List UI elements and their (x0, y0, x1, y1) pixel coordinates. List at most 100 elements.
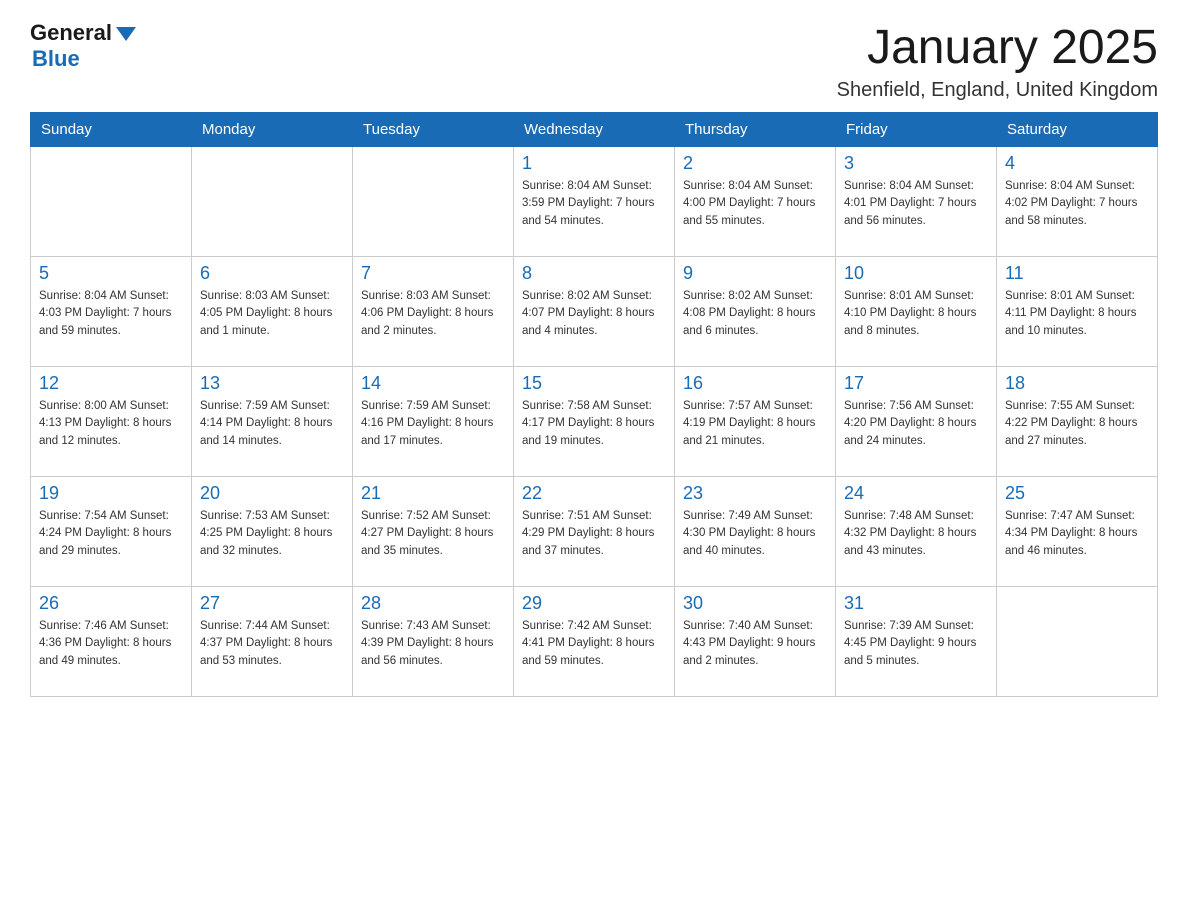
calendar-week-4: 26 Sunrise: 7:46 AM Sunset: 4:36 PM Dayli… (31, 587, 1158, 697)
day-info: Sunrise: 8:03 AM Sunset: 4:06 PM Dayligh… (361, 288, 505, 340)
calendar-cell: 12Sunrise: 8:00 AM Sunset: 4:13 PM Dayli… (31, 367, 192, 477)
day-info: Sunrise: 8:00 AM Sunset: 4:13 PM Dayligh… (39, 398, 183, 450)
day-number: 14 (361, 373, 505, 394)
calendar-cell: 2 Sunrise: 8:04 AM Sunset: 4:00 PM Daylig… (675, 147, 836, 257)
calendar-cell: 16 Sunrise: 7:57 AM Sunset: 4:19 PM Dayli… (675, 367, 836, 477)
day-info: Sunrise: 7:55 AM Sunset: 4:22 PM Dayligh… (1005, 398, 1149, 450)
header-monday: Monday (192, 113, 353, 147)
calendar-cell: 20 Sunrise: 7:53 AM Sunset: 4:25 PM Dayli… (192, 477, 353, 587)
day-number: 1 (522, 153, 666, 174)
calendar-cell: 13Sunrise: 7:59 AM Sunset: 4:14 PM Dayli… (192, 367, 353, 477)
day-info: Sunrise: 7:49 AM Sunset: 4:30 PM Dayligh… (683, 508, 827, 560)
title-section: January 2025 Shenfield, England, United … (837, 20, 1158, 102)
calendar-cell: 21Sunrise: 7:52 AM Sunset: 4:27 PM Dayli… (353, 477, 514, 587)
header-friday: Friday (836, 113, 997, 147)
day-info: Sunrise: 7:44 AM Sunset: 4:37 PM Dayligh… (200, 618, 344, 670)
calendar: Sunday Monday Tuesday Wednesday Thursday… (30, 112, 1158, 697)
day-number: 11 (1005, 263, 1149, 284)
day-info: Sunrise: 7:57 AM Sunset: 4:19 PM Dayligh… (683, 398, 827, 450)
day-info: Sunrise: 8:04 AM Sunset: 4:00 PM Dayligh… (683, 178, 827, 230)
calendar-cell (997, 587, 1158, 697)
calendar-week-0: 1 Sunrise: 8:04 AM Sunset: 3:59 PM Daylig… (31, 147, 1158, 257)
day-info: Sunrise: 7:39 AM Sunset: 4:45 PM Dayligh… (844, 618, 988, 670)
day-number: 3 (844, 153, 988, 174)
logo-general-text: General (30, 20, 112, 46)
header-saturday: Saturday (997, 113, 1158, 147)
day-info: Sunrise: 8:04 AM Sunset: 4:02 PM Dayligh… (1005, 178, 1149, 230)
calendar-cell: 31Sunrise: 7:39 AM Sunset: 4:45 PM Dayli… (836, 587, 997, 697)
calendar-cell: 7Sunrise: 8:03 AM Sunset: 4:06 PM Daylig… (353, 257, 514, 367)
day-info: Sunrise: 8:01 AM Sunset: 4:10 PM Dayligh… (844, 288, 988, 340)
day-info: Sunrise: 7:47 AM Sunset: 4:34 PM Dayligh… (1005, 508, 1149, 560)
day-number: 18 (1005, 373, 1149, 394)
calendar-cell: 25 Sunrise: 7:47 AM Sunset: 4:34 PM Dayli… (997, 477, 1158, 587)
day-info: Sunrise: 8:03 AM Sunset: 4:05 PM Dayligh… (200, 288, 344, 340)
location: Shenfield, England, United Kingdom (837, 79, 1158, 102)
day-info: Sunrise: 7:58 AM Sunset: 4:17 PM Dayligh… (522, 398, 666, 450)
day-info: Sunrise: 8:04 AM Sunset: 3:59 PM Dayligh… (522, 178, 666, 230)
day-number: 16 (683, 373, 827, 394)
calendar-cell: 17 Sunrise: 7:56 AM Sunset: 4:20 PM Dayli… (836, 367, 997, 477)
day-number: 23 (683, 483, 827, 504)
day-number: 2 (683, 153, 827, 174)
day-info: Sunrise: 8:02 AM Sunset: 4:08 PM Dayligh… (683, 288, 827, 340)
calendar-cell: 1 Sunrise: 8:04 AM Sunset: 3:59 PM Daylig… (514, 147, 675, 257)
calendar-cell: 23 Sunrise: 7:49 AM Sunset: 4:30 PM Dayli… (675, 477, 836, 587)
logo-text: General (30, 20, 136, 46)
calendar-cell: 27Sunrise: 7:44 AM Sunset: 4:37 PM Dayli… (192, 587, 353, 697)
calendar-cell: 11Sunrise: 8:01 AM Sunset: 4:11 PM Dayli… (997, 257, 1158, 367)
calendar-cell: 4 Sunrise: 8:04 AM Sunset: 4:02 PM Daylig… (997, 147, 1158, 257)
day-number: 22 (522, 483, 666, 504)
day-info: Sunrise: 7:53 AM Sunset: 4:25 PM Dayligh… (200, 508, 344, 560)
calendar-cell: 14 Sunrise: 7:59 AM Sunset: 4:16 PM Dayli… (353, 367, 514, 477)
day-number: 5 (39, 263, 183, 284)
day-number: 9 (683, 263, 827, 284)
day-info: Sunrise: 7:59 AM Sunset: 4:16 PM Dayligh… (361, 398, 505, 450)
logo: General Blue (30, 20, 136, 72)
day-number: 26 (39, 593, 183, 614)
header-sunday: Sunday (31, 113, 192, 147)
day-number: 15 (522, 373, 666, 394)
month-title: January 2025 (837, 20, 1158, 75)
calendar-cell: 22 Sunrise: 7:51 AM Sunset: 4:29 PM Dayli… (514, 477, 675, 587)
day-number: 19 (39, 483, 183, 504)
day-info: Sunrise: 7:43 AM Sunset: 4:39 PM Dayligh… (361, 618, 505, 670)
calendar-cell (353, 147, 514, 257)
day-info: Sunrise: 8:04 AM Sunset: 4:03 PM Dayligh… (39, 288, 183, 340)
day-info: Sunrise: 7:40 AM Sunset: 4:43 PM Dayligh… (683, 618, 827, 670)
calendar-cell: 10 Sunrise: 8:01 AM Sunset: 4:10 PM Dayli… (836, 257, 997, 367)
calendar-cell: 15 Sunrise: 7:58 AM Sunset: 4:17 PM Dayli… (514, 367, 675, 477)
day-number: 24 (844, 483, 988, 504)
header-thursday: Thursday (675, 113, 836, 147)
calendar-cell: 26 Sunrise: 7:46 AM Sunset: 4:36 PM Dayli… (31, 587, 192, 697)
day-info: Sunrise: 8:04 AM Sunset: 4:01 PM Dayligh… (844, 178, 988, 230)
day-number: 28 (361, 593, 505, 614)
day-number: 25 (1005, 483, 1149, 504)
day-number: 6 (200, 263, 344, 284)
day-number: 4 (1005, 153, 1149, 174)
calendar-cell: 9 Sunrise: 8:02 AM Sunset: 4:08 PM Daylig… (675, 257, 836, 367)
calendar-cell: 28 Sunrise: 7:43 AM Sunset: 4:39 PM Dayli… (353, 587, 514, 697)
day-number: 13 (200, 373, 344, 394)
day-info: Sunrise: 7:42 AM Sunset: 4:41 PM Dayligh… (522, 618, 666, 670)
day-number: 8 (522, 263, 666, 284)
day-info: Sunrise: 7:48 AM Sunset: 4:32 PM Dayligh… (844, 508, 988, 560)
calendar-week-2: 12Sunrise: 8:00 AM Sunset: 4:13 PM Dayli… (31, 367, 1158, 477)
day-number: 10 (844, 263, 988, 284)
day-info: Sunrise: 7:46 AM Sunset: 4:36 PM Dayligh… (39, 618, 183, 670)
day-info: Sunrise: 7:56 AM Sunset: 4:20 PM Dayligh… (844, 398, 988, 450)
day-number: 20 (200, 483, 344, 504)
calendar-cell: 29Sunrise: 7:42 AM Sunset: 4:41 PM Dayli… (514, 587, 675, 697)
calendar-cell: 19 Sunrise: 7:54 AM Sunset: 4:24 PM Dayli… (31, 477, 192, 587)
calendar-week-1: 5 Sunrise: 8:04 AM Sunset: 4:03 PM Daylig… (31, 257, 1158, 367)
header-wednesday: Wednesday (514, 113, 675, 147)
day-number: 17 (844, 373, 988, 394)
calendar-week-3: 19 Sunrise: 7:54 AM Sunset: 4:24 PM Dayli… (31, 477, 1158, 587)
calendar-cell: 6 Sunrise: 8:03 AM Sunset: 4:05 PM Daylig… (192, 257, 353, 367)
day-info: Sunrise: 7:52 AM Sunset: 4:27 PM Dayligh… (361, 508, 505, 560)
calendar-cell: 8 Sunrise: 8:02 AM Sunset: 4:07 PM Daylig… (514, 257, 675, 367)
day-info: Sunrise: 7:51 AM Sunset: 4:29 PM Dayligh… (522, 508, 666, 560)
calendar-cell: 3 Sunrise: 8:04 AM Sunset: 4:01 PM Daylig… (836, 147, 997, 257)
day-info: Sunrise: 8:02 AM Sunset: 4:07 PM Dayligh… (522, 288, 666, 340)
day-info: Sunrise: 7:54 AM Sunset: 4:24 PM Dayligh… (39, 508, 183, 560)
